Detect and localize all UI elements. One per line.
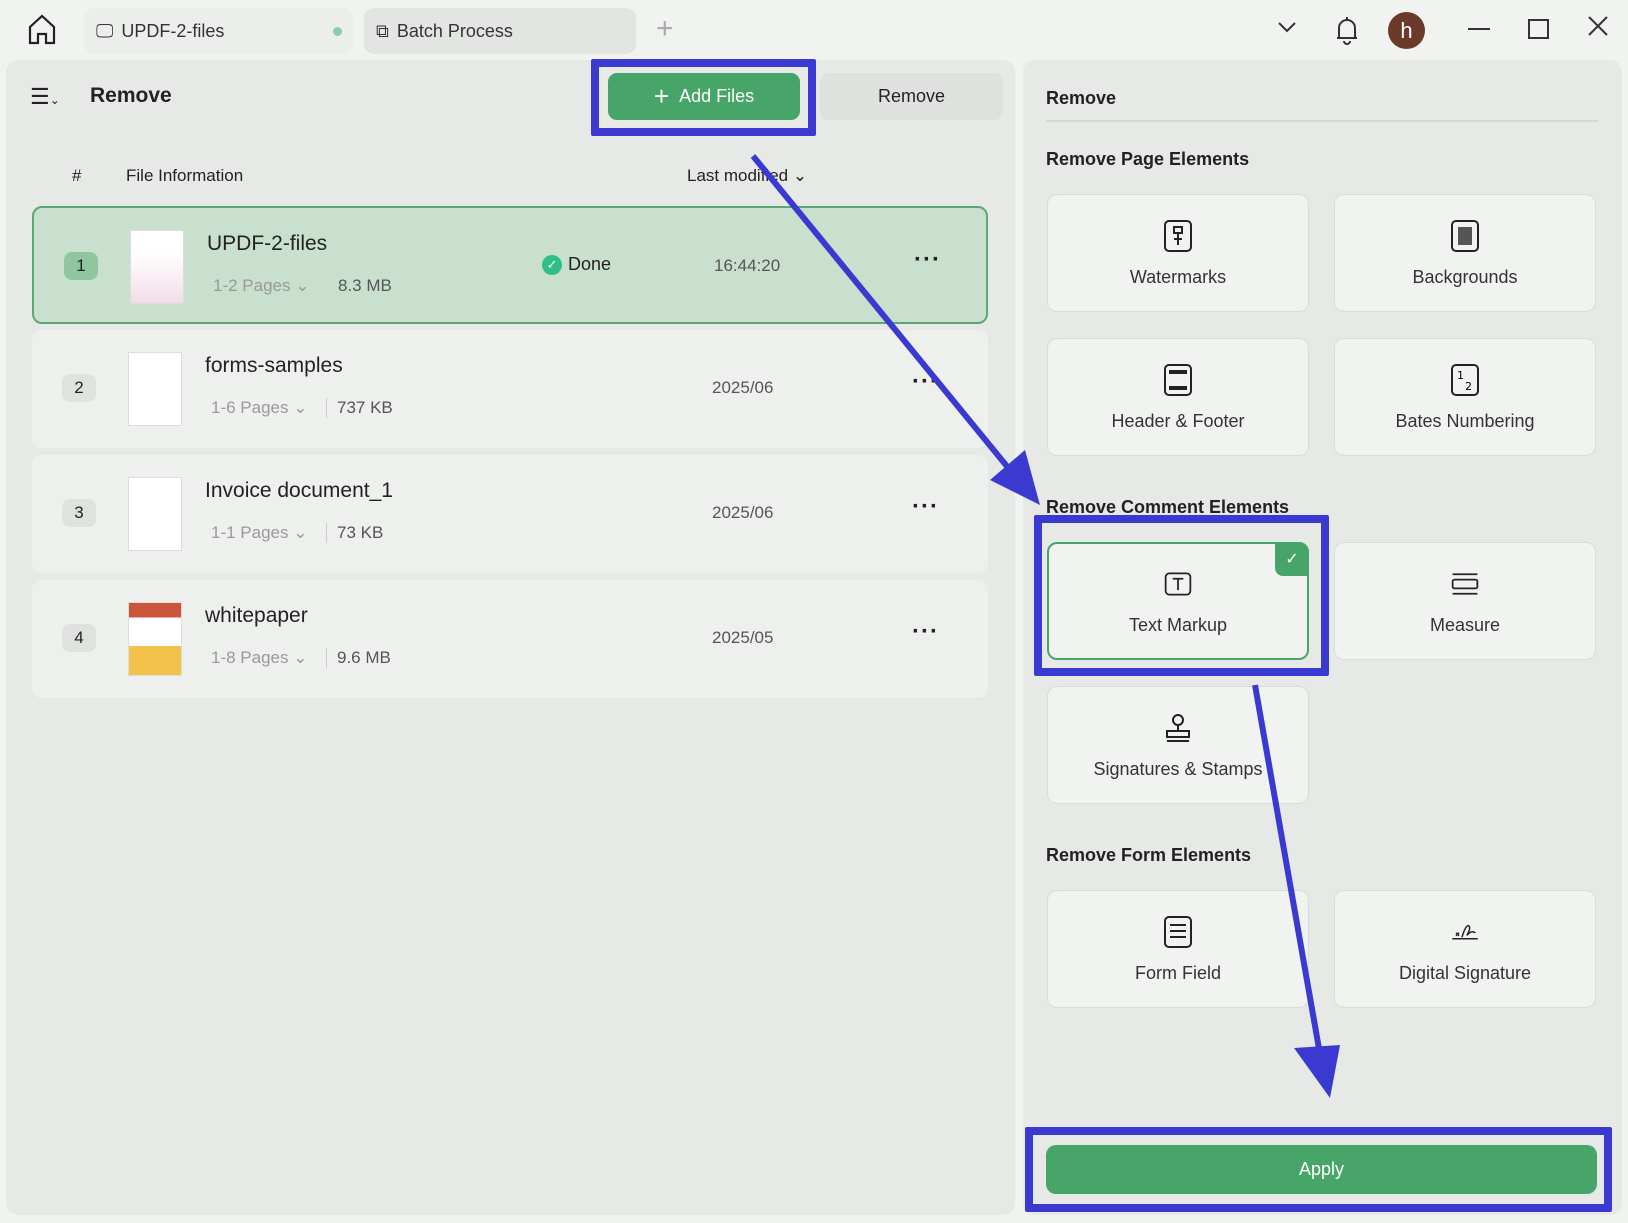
home-icon[interactable] <box>26 12 58 46</box>
file-row[interactable]: 3 Invoice document_1 1-1 Pages ⌄ 73 KB 2… <box>32 455 988 573</box>
page-range-dropdown[interactable]: 1-1 Pages ⌄ <box>211 523 307 543</box>
background-icon <box>1451 219 1479 252</box>
option-label: Digital Signature <box>1398 962 1532 983</box>
pages-label: 1-1 Pages <box>211 523 289 542</box>
tab-label: UPDF-2-files <box>121 20 225 41</box>
option-label: Bates Numbering <box>1395 410 1535 431</box>
divider <box>1046 120 1598 122</box>
pages-label: 1-2 Pages <box>213 276 291 295</box>
file-row[interactable]: 2 forms-samples 1-6 Pages ⌄ 737 KB 2025/… <box>32 330 988 448</box>
option-backgrounds[interactable]: Backgrounds <box>1334 194 1596 312</box>
annotation-highlight-add-files <box>591 59 816 136</box>
option-header-footer[interactable]: Header & Footer <box>1047 338 1309 456</box>
file-name: whitepaper <box>205 604 308 627</box>
file-thumbnail <box>130 230 184 304</box>
column-num: # <box>72 166 82 185</box>
option-watermarks[interactable]: Watermarks <box>1047 194 1309 312</box>
chevron-down-icon[interactable] <box>1276 16 1298 44</box>
page-range-dropdown[interactable]: 1-6 Pages ⌄ <box>211 398 307 418</box>
bates-numbering-icon: 12 <box>1451 363 1479 396</box>
file-thumbnail <box>128 477 182 551</box>
section-heading: Remove Form Elements <box>1046 845 1252 865</box>
tab-label: Batch Process <box>396 20 513 41</box>
page-range-dropdown[interactable]: 1-8 Pages ⌄ <box>211 648 307 668</box>
more-options-icon[interactable]: ··· <box>912 493 939 521</box>
option-label: Watermarks <box>1129 266 1227 287</box>
column-file-info: File Information <box>126 166 244 185</box>
modified-time: 16:44:20 <box>714 256 781 275</box>
option-form-field[interactable]: Form Field <box>1047 890 1309 1008</box>
page-range-dropdown[interactable]: 1-2 Pages ⌄ <box>213 276 309 296</box>
file-size: 9.6 MB <box>326 648 391 668</box>
maximize-button[interactable] <box>1528 19 1549 39</box>
option-digital-signature[interactable]: Digital Signature <box>1334 890 1596 1008</box>
monitor-icon: 🖵 <box>96 20 114 41</box>
modified-date: 2025/05 <box>712 628 774 647</box>
section-heading: Remove Page Elements <box>1046 149 1250 169</box>
row-number: 1 <box>64 252 98 280</box>
status-text: Done <box>568 254 612 274</box>
file-name: forms-samples <box>205 354 343 377</box>
row-number: 2 <box>62 374 96 402</box>
option-bates-numbering[interactable]: 1 2 Bates Numbering <box>1334 338 1596 456</box>
sort-label: Last modified <box>687 166 789 185</box>
remove-button[interactable]: Remove <box>820 73 1003 120</box>
header-footer-icon <box>1164 363 1192 396</box>
tab-updf-2-files[interactable]: 🖵 UPDF-2-files <box>84 8 354 54</box>
file-thumbnail <box>128 602 182 676</box>
watermark-icon <box>1164 219 1192 252</box>
file-size: 737 KB <box>326 398 393 418</box>
option-measure[interactable]: Measure <box>1334 542 1596 660</box>
file-thumbnail <box>128 352 182 426</box>
modified-date: 2025/06 <box>712 503 774 522</box>
file-name: Invoice document_1 <box>205 479 393 502</box>
ruler-icon <box>1451 572 1479 595</box>
file-size: 8.3 MB <box>338 276 392 295</box>
option-label: Backgrounds <box>1412 266 1518 287</box>
pages-label: 1-6 Pages <box>211 398 289 417</box>
more-options-icon[interactable]: ··· <box>912 368 939 396</box>
more-options-icon[interactable]: ··· <box>914 246 941 274</box>
svg-text:1: 1 <box>1457 369 1464 382</box>
more-options-icon[interactable]: ··· <box>912 618 939 646</box>
form-field-icon <box>1164 915 1192 948</box>
bell-icon[interactable] <box>1334 14 1360 51</box>
tab-batch-process[interactable]: ⧉ Batch Process <box>364 8 636 54</box>
copy-icon: ⧉ <box>376 20 389 41</box>
option-label: Header & Footer <box>1111 410 1245 431</box>
panel-title: Remove <box>1046 88 1117 108</box>
modified-date: 2025/06 <box>712 378 774 397</box>
svg-text:2: 2 <box>1465 380 1472 393</box>
file-row[interactable]: 4 whitepaper 1-8 Pages ⌄ 9.6 MB 2025/05 … <box>32 580 988 698</box>
row-number: 3 <box>62 499 96 527</box>
file-size: 73 KB <box>326 523 383 543</box>
minimize-button[interactable] <box>1468 28 1490 30</box>
stamp-icon <box>1166 713 1190 742</box>
status-badge: ✓ Done <box>542 254 611 275</box>
annotation-highlight-apply <box>1025 1127 1612 1212</box>
sort-last-modified[interactable]: Last modified ⌄ <box>687 166 807 186</box>
check-circle-icon: ✓ <box>542 254 562 275</box>
page-title: Remove <box>90 84 172 107</box>
option-label: Signatures & Stamps <box>1093 758 1263 779</box>
avatar[interactable]: h <box>1388 12 1425 49</box>
option-signatures-stamps[interactable]: Signatures & Stamps <box>1047 686 1309 804</box>
row-number: 4 <box>62 624 96 652</box>
pages-label: 1-8 Pages <box>211 648 289 667</box>
unsaved-dot <box>333 26 342 36</box>
option-label: Measure <box>1429 614 1501 635</box>
annotation-highlight-text-markup <box>1034 515 1329 676</box>
file-row[interactable]: 1 UPDF-2-files 1-2 Pages ⌄ 8.3 MB ✓ Done … <box>32 206 988 324</box>
signature-icon <box>1452 924 1478 939</box>
option-label: Form Field <box>1134 962 1221 983</box>
close-button[interactable] <box>1586 14 1610 43</box>
new-tab-button[interactable]: + <box>656 12 674 46</box>
menu-icon[interactable]: ☰⌄ <box>30 84 60 110</box>
file-name: UPDF-2-files <box>207 232 328 255</box>
